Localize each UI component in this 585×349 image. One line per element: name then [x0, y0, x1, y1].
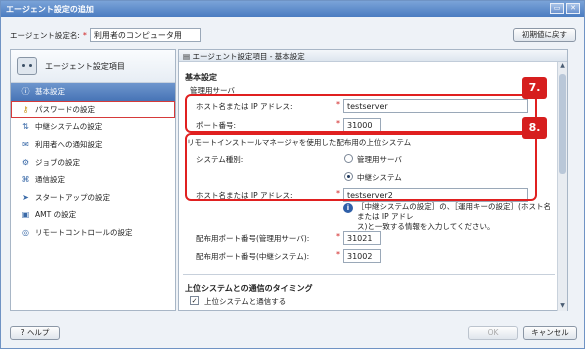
nav-item-remote[interactable]: ◎ リモートコントロールの設定	[11, 224, 175, 242]
settings-content-panel: ▤ エージェント設定項目 - 基本設定 ▲ ▼ 基本設定 管理用サーバ ホスト名…	[178, 49, 568, 311]
title-bar: エージェント設定の追加 ▭ ✕	[1, 1, 584, 17]
scroll-thumb[interactable]	[559, 74, 566, 174]
callout-badge-8: 8.	[522, 117, 547, 139]
required-mark: *	[336, 250, 340, 259]
vertical-scrollbar[interactable]: ▲ ▼	[557, 62, 567, 311]
nav-item-basic[interactable]: ⓘ 基本設定	[11, 83, 175, 101]
cancel-button[interactable]: キャンセル	[523, 326, 577, 340]
nav-item-password[interactable]: ⚷ パスワードの設定	[11, 100, 175, 119]
dialog-window: エージェント設定の追加 ▭ ✕ エージェント設定名: * 利用者のコンピュータ用…	[0, 0, 585, 349]
notify-icon: ✉	[22, 140, 29, 150]
agent-name-input[interactable]: 利用者のコンピュータ用	[89, 28, 201, 42]
nav-label: 利用者への通知設定	[35, 140, 103, 150]
agent-robot-icon	[17, 57, 37, 75]
agent-name-row: エージェント設定名: * 利用者のコンピュータ用	[10, 28, 201, 42]
dist-mgmt-port-label: 配布用ポート番号(管理用サーバ):	[196, 234, 310, 243]
close-icon[interactable]: ✕	[566, 3, 580, 14]
scroll-up-icon[interactable]: ▲	[558, 62, 567, 71]
callout-box-8	[185, 133, 537, 201]
callout-box-7	[185, 94, 537, 133]
info-line-2: ス)と一致する情報を入力してください。	[357, 222, 495, 231]
nav-item-job[interactable]: ⚙ ジョブの設定	[11, 153, 175, 171]
breadcrumb-text: エージェント設定項目 - 基本設定	[192, 52, 305, 61]
info-text: ［中継システムの設定］の、［運用キーの設定］(ホスト名または IP アドレ ス)と…	[357, 202, 557, 232]
scroll-down-icon[interactable]: ▼	[558, 302, 567, 311]
info-icon: ⓘ	[21, 87, 30, 97]
job-icon: ⚙	[21, 157, 30, 167]
nav-label: リモートコントロールの設定	[35, 228, 133, 238]
nav-item-relay[interactable]: ⇅ 中継システムの設定	[11, 118, 175, 136]
divider	[183, 274, 555, 275]
nav-item-startup[interactable]: ➤ スタートアップの設定	[11, 189, 175, 207]
help-button[interactable]: ? ヘルプ	[10, 326, 60, 340]
nav-item-network[interactable]: ⌘ 通信設定	[11, 171, 175, 189]
breadcrumb: ▤ エージェント設定項目 - 基本設定	[179, 50, 567, 62]
timing-checkbox[interactable]: ✓	[190, 296, 199, 305]
nav-item-amt[interactable]: ▣ AMT の設定	[11, 206, 175, 224]
window-title: エージェント設定の追加	[6, 5, 94, 14]
help-icon: ?	[20, 328, 25, 337]
required-mark: *	[336, 232, 340, 241]
nav-label: パスワードの設定	[35, 104, 95, 114]
timing-title: 上位システムとの通信のタイミング	[185, 284, 313, 293]
nav-label: 通信設定	[35, 175, 65, 185]
info-line-1: ［中継システムの設定］の、［運用キーの設定］(ホスト名または IP アドレ	[357, 202, 551, 221]
remote-icon: ◎	[22, 228, 29, 238]
nav-header: エージェント設定項目	[11, 50, 175, 83]
key-icon: ⚷	[22, 104, 29, 114]
dist-relay-port-input[interactable]: 31002	[343, 249, 381, 263]
agent-name-label: エージェント設定名:	[10, 30, 80, 40]
reset-defaults-button[interactable]: 初期値に戻す	[513, 28, 576, 42]
timing-checkbox-label: 上位システムと通信する	[204, 297, 287, 306]
minimize-icon[interactable]: ▭	[550, 3, 564, 14]
info-icon: i	[343, 203, 353, 213]
nav-item-notify[interactable]: ✉ 利用者への通知設定	[11, 136, 175, 154]
required-mark: *	[82, 30, 87, 40]
nav-label: AMT の設定	[35, 210, 77, 220]
amt-icon: ▣	[21, 210, 30, 220]
section-title: 基本設定	[185, 73, 217, 82]
nav-label: スタートアップの設定	[35, 192, 110, 202]
relay-icon: ⇅	[22, 122, 29, 132]
settings-nav-panel: エージェント設定項目 ⓘ 基本設定 ⚷ パスワードの設定 ⇅ 中継システムの設定 ✉ 利…	[10, 49, 176, 311]
callout-badge-7: 7.	[522, 77, 547, 99]
nav-header-label: エージェント設定項目	[45, 61, 125, 71]
help-label: ヘルプ	[26, 328, 50, 337]
nav-label: ジョブの設定	[35, 157, 80, 167]
dist-mgmt-port-input[interactable]: 31021	[343, 231, 381, 245]
startup-icon: ➤	[22, 192, 29, 202]
network-icon: ⌘	[21, 175, 30, 185]
nav-label: 基本設定	[35, 87, 65, 97]
ok-button[interactable]: OK	[468, 326, 518, 340]
dist-relay-port-label: 配布用ポート番号(中継システム):	[196, 252, 310, 261]
nav-label: 中継システムの設定	[35, 122, 103, 132]
